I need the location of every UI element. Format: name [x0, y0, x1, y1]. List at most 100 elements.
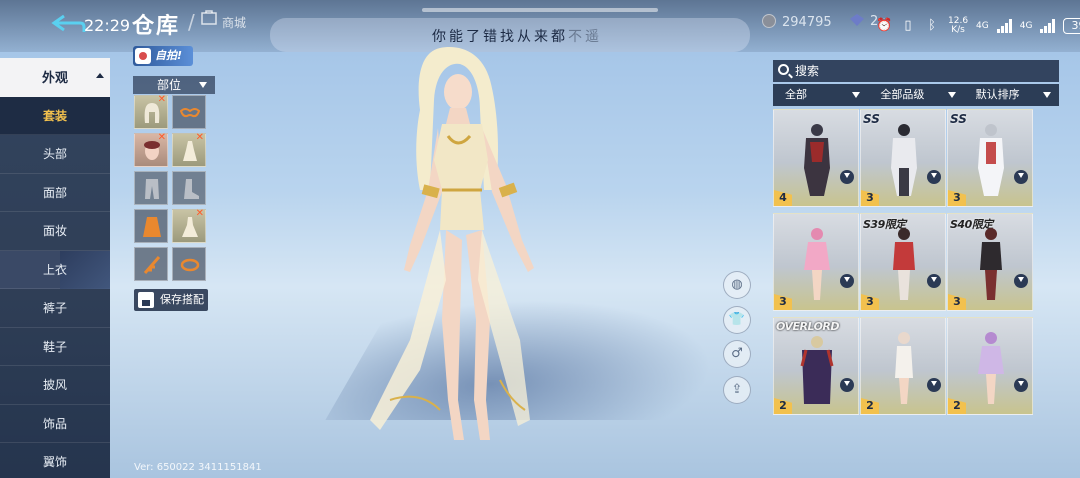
outfit-figure — [895, 332, 913, 404]
sidebar-item-label: 头部 — [42, 147, 67, 162]
ring-icon — [180, 258, 200, 272]
download-icon[interactable] — [927, 274, 941, 288]
parts-dropdown[interactable]: 部位 — [133, 76, 215, 94]
outfit-card[interactable]: 2 — [947, 317, 1033, 415]
top-drag-handle[interactable] — [422, 8, 658, 12]
coin-icon — [762, 14, 776, 28]
outfit-figure — [804, 124, 830, 196]
sidebar-item-wings[interactable]: 翼饰 — [0, 443, 110, 478]
battery-icon: 39 — [1063, 18, 1080, 34]
face-icon — [144, 141, 160, 160]
signal-label-2: 4G — [1019, 21, 1033, 31]
page-title: 仓库 — [132, 14, 181, 39]
outfit-figure — [893, 228, 915, 300]
slot-accessory[interactable] — [134, 247, 168, 281]
outfit-card[interactable]: 4 — [773, 109, 859, 207]
sidebar-item-label: 套装 — [42, 108, 67, 123]
grade-badge: 3 — [774, 294, 792, 310]
save-outfit-label: 保存搭配 — [160, 293, 204, 306]
search-button[interactable]: 搜索 — [773, 60, 1059, 82]
download-icon[interactable] — [840, 378, 854, 392]
sidebar-item-label: 翼饰 — [42, 455, 67, 470]
gem-icon — [850, 14, 864, 26]
sidebar-item-top[interactable]: 上衣 — [0, 250, 110, 289]
filter-label: 全部品级 — [880, 88, 925, 101]
grade-badge: 2 — [774, 398, 792, 414]
slot-shoes[interactable] — [172, 171, 206, 205]
shop-tab[interactable]: 商城 — [222, 14, 246, 31]
outfit-card[interactable]: S39限定 3 — [860, 213, 946, 311]
male-symbol-icon: ♂ — [731, 346, 743, 361]
camera-icon — [135, 48, 151, 64]
download-icon[interactable] — [1014, 274, 1028, 288]
sidebar-item-suit[interactable]: 套装 — [0, 96, 110, 135]
chevron-up-icon — [96, 73, 104, 78]
selfie-button[interactable]: 自拍! — [133, 46, 193, 66]
slot-hair[interactable]: ✕ — [134, 94, 168, 129]
unequip-icon[interactable]: ✕ — [196, 208, 204, 219]
sidebar-item-accessory[interactable]: 饰品 — [0, 405, 110, 443]
banner-text-faded: 不遥 — [568, 29, 602, 45]
outfit-figure — [800, 336, 834, 404]
unequip-icon[interactable]: ✕ — [196, 132, 204, 143]
slot-cape[interactable] — [134, 209, 168, 243]
gown-icon — [182, 217, 198, 237]
chevron-down-icon — [852, 92, 861, 98]
download-icon[interactable] — [840, 170, 854, 184]
slot-pants[interactable] — [134, 171, 168, 205]
upload-button[interactable]: ⇪ — [723, 376, 751, 404]
outfit-card[interactable]: 3 — [773, 213, 859, 311]
slot-mask[interactable] — [172, 95, 206, 129]
outfit-figure — [978, 332, 1004, 404]
grade-badge: 2 — [948, 398, 966, 414]
signal-icon-1 — [996, 19, 1012, 33]
download-icon[interactable] — [1014, 378, 1028, 392]
filter-label: 默认排序 — [975, 88, 1020, 101]
outfit-card[interactable]: SS 3 — [947, 109, 1033, 207]
filter-sort[interactable]: 默认排序 — [964, 84, 1059, 106]
outfit-figure — [891, 124, 917, 196]
grade-badge: 3 — [948, 190, 966, 206]
filter-grade[interactable]: 全部品级 — [868, 84, 963, 106]
sidebar-item-makeup[interactable]: 面妆 — [0, 212, 110, 251]
outfit-figure — [804, 228, 830, 300]
download-icon[interactable] — [1014, 170, 1028, 184]
outfit-card[interactable]: OVERLORD 2 — [773, 317, 859, 415]
outfit-card[interactable]: 2 — [860, 317, 946, 415]
coin-amount: 294795 — [782, 15, 832, 30]
boot-icon — [184, 179, 199, 199]
slot-wings[interactable] — [172, 247, 206, 281]
category-sidebar: 外观 套装 头部 面部 面妆 上衣 裤子 鞋子 披风 饰品 翼饰 — [0, 58, 110, 478]
outfit-card[interactable]: SS 3 — [860, 109, 946, 207]
alarm-icon: ⏰ — [876, 18, 893, 33]
sidebar-item-head[interactable]: 头部 — [0, 135, 110, 174]
filter-category[interactable]: 全部 — [773, 84, 868, 106]
grade-badge: 3 — [861, 294, 879, 310]
slot-outfit[interactable]: ✕ — [172, 208, 206, 243]
eye-icon: ◍ — [731, 277, 743, 292]
sidebar-header-appearance[interactable]: 外观 — [0, 58, 110, 97]
save-outfit-button[interactable]: 保存搭配 — [134, 289, 208, 311]
outfit-toggle-button[interactable]: 👕 — [723, 306, 751, 334]
signal-icon-2 — [1040, 19, 1056, 33]
download-icon[interactable] — [927, 378, 941, 392]
shop-icon[interactable] — [200, 8, 218, 26]
sidebar-item-cape[interactable]: 披风 — [0, 366, 110, 405]
sidebar-item-shoes[interactable]: 鞋子 — [0, 328, 110, 366]
back-arrow-icon[interactable] — [50, 12, 86, 38]
download-icon[interactable] — [927, 170, 941, 184]
slot-top[interactable]: ✕ — [172, 132, 206, 167]
sidebar-item-pants[interactable]: 裤子 — [0, 289, 110, 328]
slot-face[interactable]: ✕ — [134, 132, 168, 167]
chevron-down-icon — [1042, 92, 1051, 98]
sidebar-item-face[interactable]: 面部 — [0, 174, 110, 212]
unequip-icon[interactable]: ✕ — [158, 94, 166, 105]
outfit-card[interactable]: S40限定 3 — [947, 213, 1033, 311]
gender-switch-button[interactable]: ♂ — [723, 340, 751, 368]
hide-ui-button[interactable]: ◍ — [723, 271, 751, 299]
download-icon[interactable] — [840, 274, 854, 288]
search-icon — [778, 64, 789, 75]
character-model[interactable] — [350, 40, 570, 470]
sidebar-item-label: 面妆 — [42, 224, 67, 239]
unequip-icon[interactable]: ✕ — [158, 132, 166, 143]
